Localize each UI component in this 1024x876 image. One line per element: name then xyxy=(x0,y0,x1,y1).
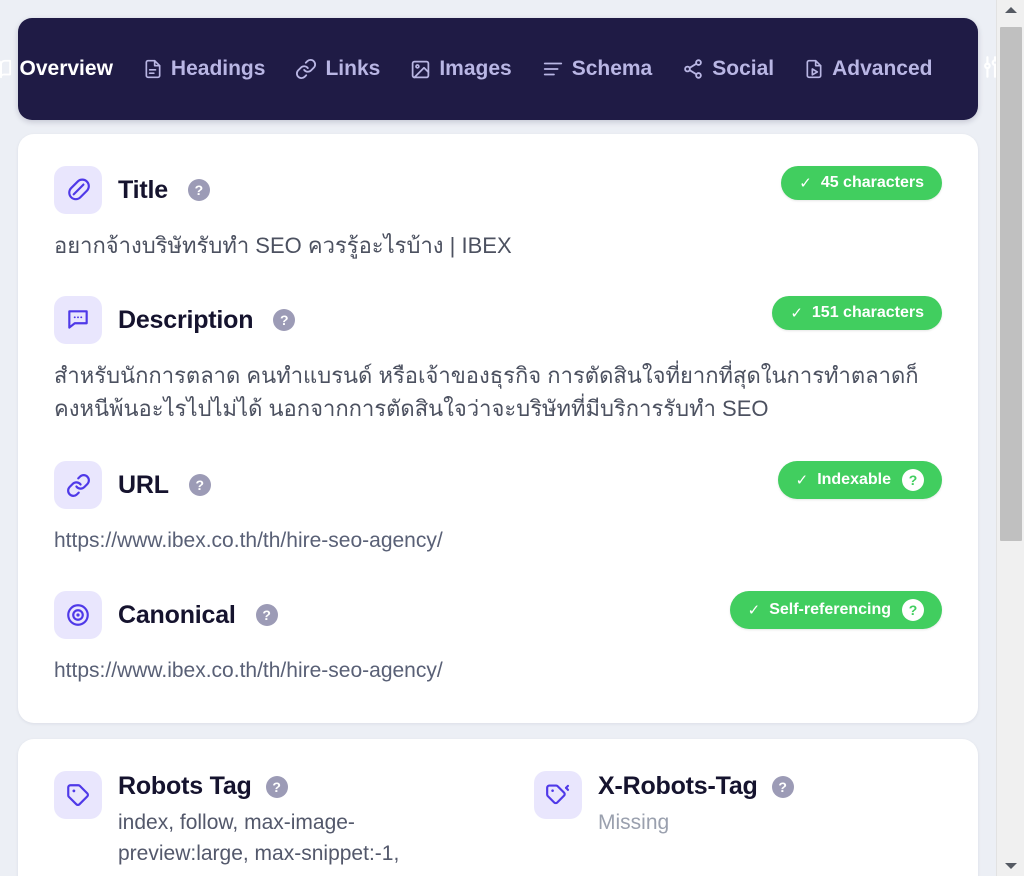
field-canonical-value[interactable]: https://www.ibex.co.th/th/hire-seo-agenc… xyxy=(54,655,942,686)
badge-label: Indexable xyxy=(817,471,891,488)
nav-tab-social[interactable]: Social xyxy=(680,53,776,85)
list-icon xyxy=(542,58,564,80)
nav-tab-label: Links xyxy=(325,57,381,80)
target-icon xyxy=(54,591,102,639)
x-robots-tag-value: Missing xyxy=(598,811,670,834)
nav-tab-label: Headings xyxy=(170,57,266,80)
x-robots-tag-label: X-Robots-Tag xyxy=(598,772,758,800)
vertical-scrollbar[interactable] xyxy=(996,0,1024,876)
x-robots-tag-header: X-Robots-Tag ? xyxy=(598,772,794,801)
robots-card: Robots Tag ? index, follow, max-image-pr… xyxy=(18,739,978,876)
field-url-label: URL xyxy=(118,470,169,499)
file-play-icon xyxy=(804,58,824,80)
help-icon[interactable]: ? xyxy=(902,599,924,621)
book-open-icon xyxy=(0,58,12,80)
help-icon[interactable]: ? xyxy=(265,775,288,798)
x-robots-tag-body: X-Robots-Tag ? Missing xyxy=(598,771,794,876)
field-title-label: Title xyxy=(118,175,168,204)
nav-tab-label: Overview xyxy=(19,57,113,80)
scroll-up-arrow xyxy=(1005,7,1017,13)
sliders-icon xyxy=(982,54,996,85)
url-status-badge[interactable]: ✓ Indexable ? xyxy=(777,461,942,499)
check-icon: ✓ xyxy=(747,602,761,619)
badge-label: Self-referencing xyxy=(769,601,891,618)
nav-tab-label: Images xyxy=(439,57,512,80)
robots-tag-header: Robots Tag ? xyxy=(118,772,418,801)
scroll-up-button[interactable] xyxy=(997,0,1024,20)
nav-tab-headings[interactable]: Headings xyxy=(141,53,268,85)
nav-items: Overview Headings Links Images Schema So… xyxy=(0,53,996,85)
field-robots-tag: Robots Tag ? index, follow, max-image-pr… xyxy=(18,771,498,876)
field-description-value: สำหรับนักการตลาด คนทำแบรนด์ หรือเจ้าของธ… xyxy=(54,363,919,421)
help-icon[interactable]: ? xyxy=(273,309,296,331)
help-icon[interactable]: ? xyxy=(771,775,794,798)
check-icon: ✓ xyxy=(795,472,809,489)
feather-icon xyxy=(54,166,102,214)
title-status-badge[interactable]: ✓ 45 characters xyxy=(781,166,942,200)
robots-tag-label: Robots Tag xyxy=(118,772,252,800)
link-icon xyxy=(295,58,317,80)
settings-button[interactable] xyxy=(982,54,996,85)
robots-tag-body: Robots Tag ? index, follow, max-image-pr… xyxy=(118,771,418,876)
nav-tab-images[interactable]: Images xyxy=(408,53,513,85)
scroll-down-button[interactable] xyxy=(997,856,1024,876)
check-icon: ✓ xyxy=(790,305,803,322)
help-icon[interactable]: ? xyxy=(902,469,924,491)
share-icon xyxy=(682,58,704,80)
tags-icon xyxy=(534,771,582,819)
scrollbar-thumb[interactable] xyxy=(1000,27,1022,541)
robots-tag-value: index, follow, max-image-preview:large, … xyxy=(118,811,400,876)
overview-card: Title ? อยากจ้างบริษัทรับทำ SEO ควรรู้อะ… xyxy=(18,134,978,723)
description-status-badge[interactable]: ✓ 151 characters xyxy=(772,296,942,330)
nav-tab-links[interactable]: Links xyxy=(293,53,382,85)
help-icon[interactable]: ? xyxy=(187,179,210,201)
speech-bubble-icon xyxy=(54,296,102,344)
check-icon: ✓ xyxy=(799,175,812,192)
help-icon[interactable]: ? xyxy=(255,604,278,626)
nav-tab-overview[interactable]: Overview xyxy=(0,53,115,85)
nav-tab-schema[interactable]: Schema xyxy=(540,53,655,85)
field-title-value: อยากจ้างบริษัทรับทำ SEO ควรรู้อะไรบ้าง |… xyxy=(54,233,512,258)
field-x-robots-tag: X-Robots-Tag ? Missing xyxy=(498,771,978,876)
field-canonical-label: Canonical xyxy=(118,600,236,629)
tag-icon xyxy=(54,771,102,819)
nav-tab-advanced[interactable]: Advanced xyxy=(802,53,934,85)
nav-tab-label: Social xyxy=(712,57,775,80)
document-icon xyxy=(143,58,163,80)
field-url-value[interactable]: https://www.ibex.co.th/th/hire-seo-agenc… xyxy=(54,525,942,556)
primary-nav-bar: Overview Headings Links Images Schema So… xyxy=(0,18,996,120)
nav-tab-label: Schema xyxy=(571,57,653,80)
robots-grid: Robots Tag ? index, follow, max-image-pr… xyxy=(18,771,978,876)
scroll-down-arrow xyxy=(1005,863,1017,869)
canonical-status-badge[interactable]: ✓ Self-referencing ? xyxy=(729,591,942,629)
nav-tab-label: Advanced xyxy=(832,57,933,80)
page-viewport: Overview Headings Links Images Schema So… xyxy=(0,0,996,876)
image-icon xyxy=(410,59,431,80)
field-description-label: Description xyxy=(118,305,254,334)
badge-label: 151 characters xyxy=(811,304,924,321)
help-icon[interactable]: ? xyxy=(188,474,211,496)
badge-label: 45 characters xyxy=(820,174,924,191)
link-chain-icon xyxy=(54,461,102,509)
